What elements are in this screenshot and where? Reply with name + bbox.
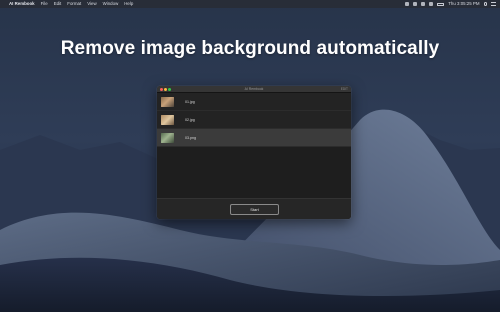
menu-window[interactable]: Window	[103, 0, 119, 8]
menu-view[interactable]: View	[87, 0, 96, 8]
spotlight-search-icon[interactable]	[483, 2, 487, 6]
file-row[interactable]: 01.jpg	[157, 93, 351, 111]
image-thumbnail	[161, 114, 174, 125]
file-list: 01.jpg 02.jpg 03.png	[157, 93, 351, 147]
status-area: Thu 3:05:25 PM	[405, 0, 496, 8]
file-row[interactable]: 02.jpg	[157, 111, 351, 129]
promo-headline: Remove image background automatically	[60, 38, 440, 59]
volume-icon[interactable]	[429, 2, 434, 6]
window-title: AI Rembook	[244, 87, 264, 91]
file-name: 01.jpg	[185, 99, 195, 104]
menu-help[interactable]: Help	[124, 0, 133, 8]
image-thumbnail	[161, 96, 174, 107]
app-window: AI Rembook EDIT 01.jpg 02.jpg 03.png Sta…	[157, 86, 351, 219]
wifi-icon[interactable]	[421, 2, 426, 6]
airplay-icon[interactable]	[405, 2, 410, 6]
menu-edit[interactable]: Edit	[54, 0, 62, 8]
edit-toggle[interactable]: EDIT	[341, 86, 348, 93]
menu-format[interactable]: Format	[67, 0, 81, 8]
file-name: 02.jpg	[185, 117, 195, 122]
window-bottom-bar: Start	[157, 198, 351, 219]
battery-icon[interactable]	[437, 2, 445, 6]
menu-app-name[interactable]: AI Rembook	[9, 0, 35, 8]
file-row-selected[interactable]: 03.png	[157, 129, 351, 147]
bluetooth-icon[interactable]	[413, 2, 418, 6]
menu-bar: AI Rembook File Edit Format View Window …	[0, 0, 500, 8]
start-button[interactable]: Start	[230, 204, 279, 215]
menu-file[interactable]: File	[41, 0, 48, 8]
menu-clock[interactable]: Thu 3:05:25 PM	[448, 0, 479, 8]
window-titlebar[interactable]: AI Rembook EDIT	[157, 86, 351, 93]
file-name: 03.png	[185, 135, 196, 140]
image-thumbnail	[161, 132, 174, 143]
notification-center-icon[interactable]	[491, 2, 496, 6]
